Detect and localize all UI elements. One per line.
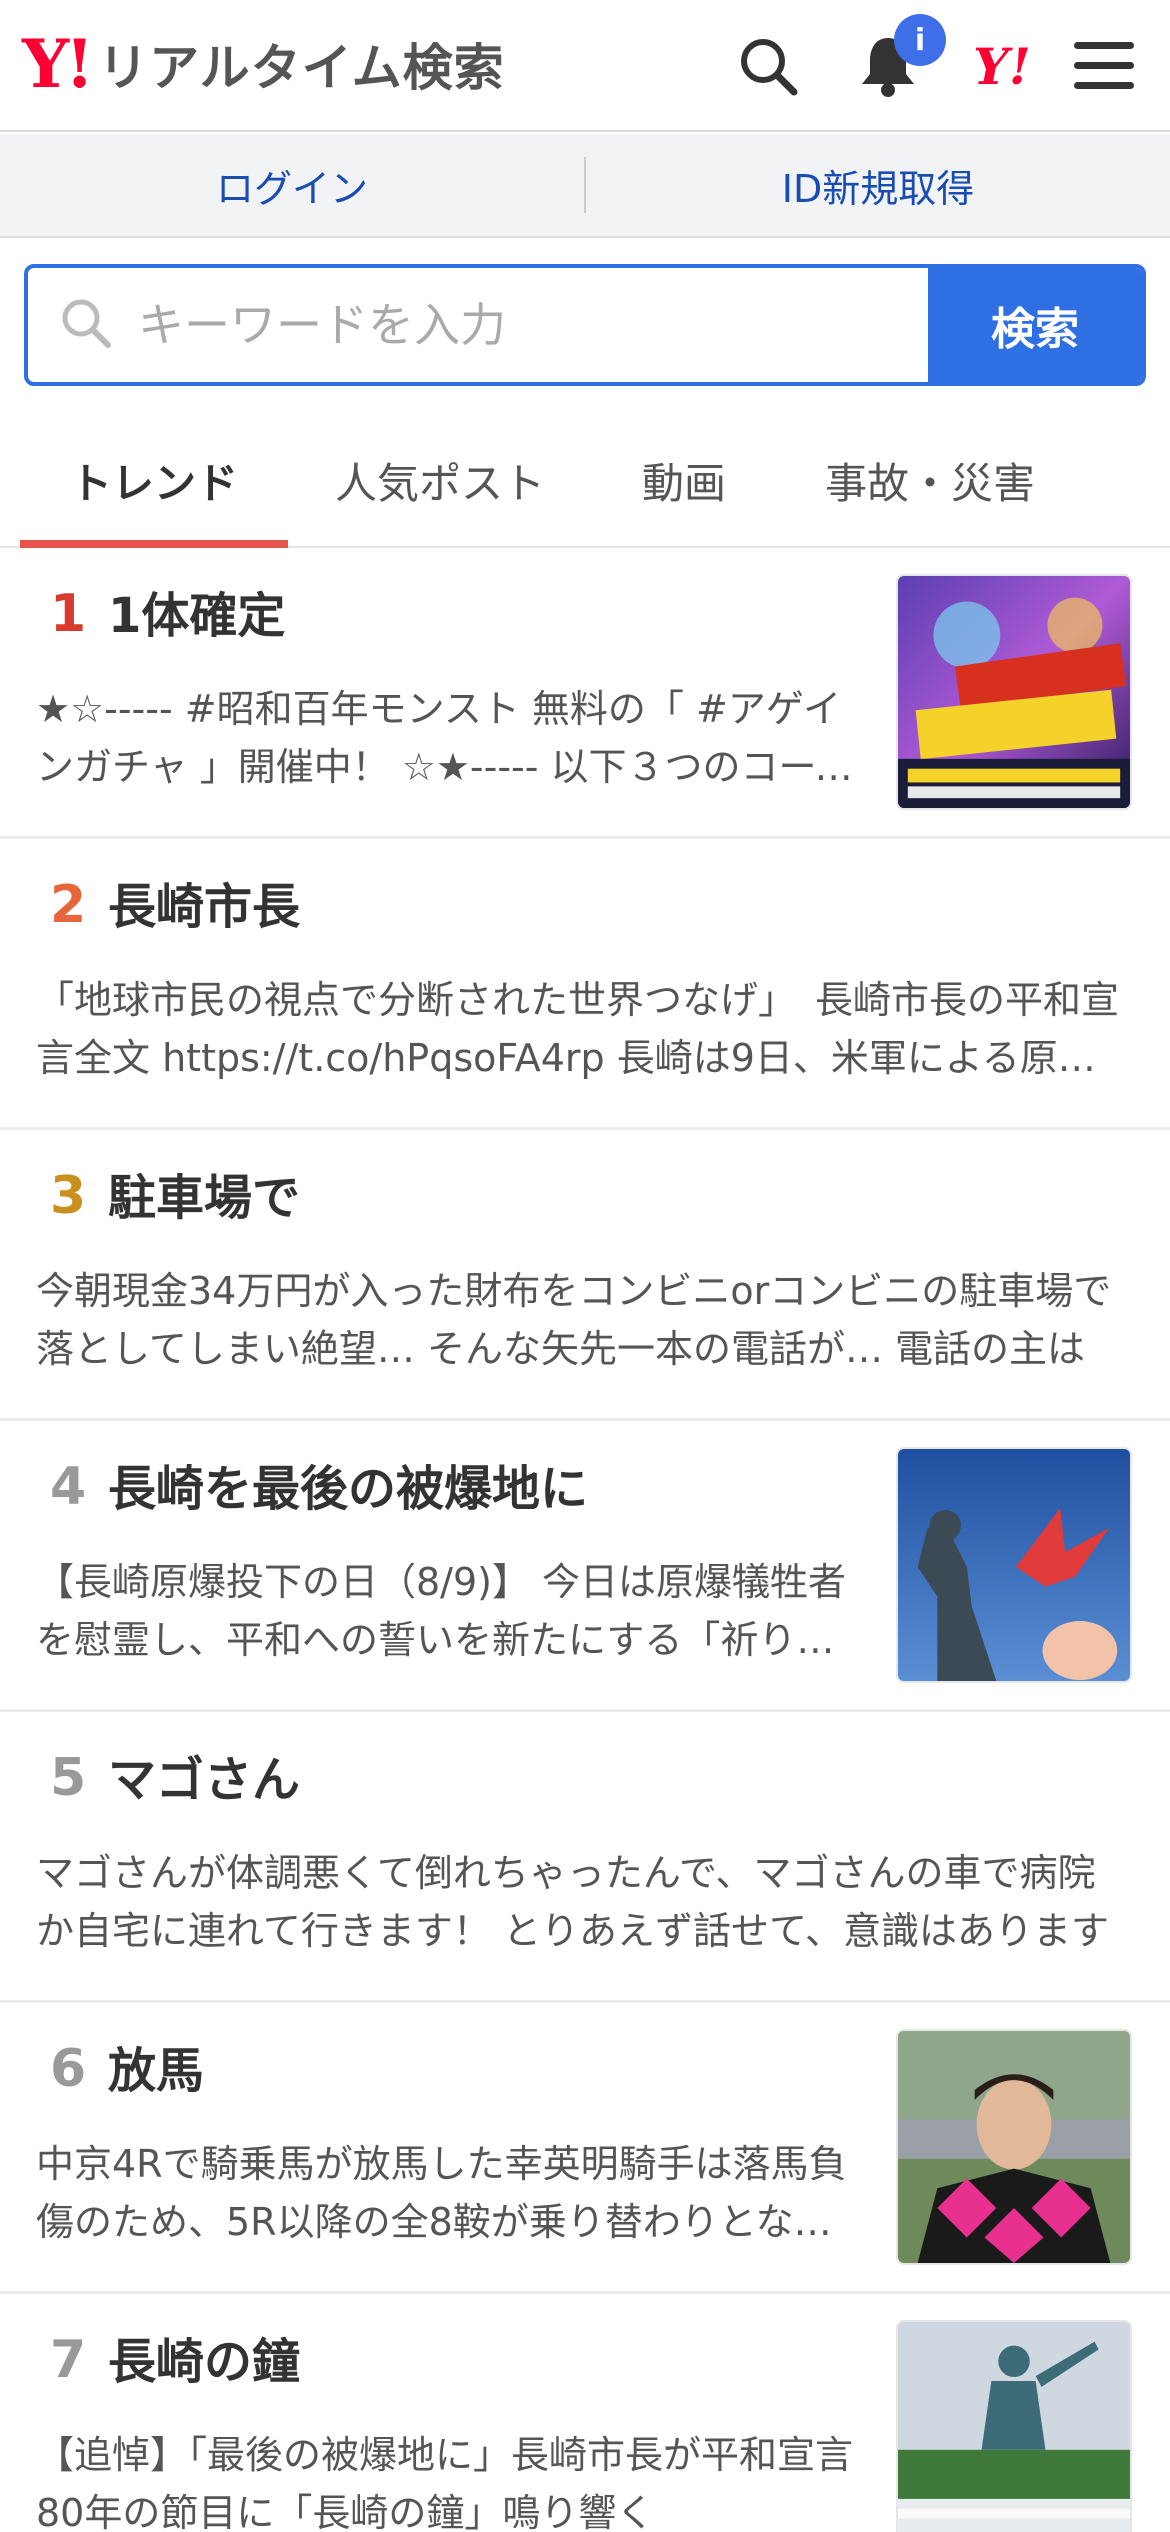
signup-link[interactable]: ID新規取得 [586, 158, 1170, 213]
trend-list: 1 1体確定 ★☆----- #昭和百年モンスト 無料の「 #アゲインガチャ 」… [0, 548, 1170, 2532]
trend-title[interactable]: 放馬 [108, 2045, 204, 2098]
app-header: Y! リアルタイム検索 i Y! [0, 0, 1170, 132]
trend-rank: 1 [50, 584, 87, 644]
trend-item[interactable]: 1 1体確定 ★☆----- #昭和百年モンスト 無料の「 #アゲインガチャ 」… [0, 548, 1170, 839]
trend-description: 中京4Rで騎乗馬が放馬した幸英明騎手は落馬負傷のため、5R以降の全8鞍が乗り替わ… [36, 2142, 847, 2244]
search-field-wrapper [28, 268, 928, 382]
monster-strike-banner-image[interactable] [896, 574, 1132, 810]
tab-popular-posts[interactable]: 人気ポスト [300, 414, 580, 546]
trend-item[interactable]: 3 駐車場で 今朝現金34万円が入った財布をコンビニorコンビニの駐車場で落とし… [0, 1130, 1170, 1421]
trend-title[interactable]: マゴさん [108, 1754, 300, 1807]
trend-item[interactable]: 4 長崎を最後の被爆地に 【長崎原爆投下の日（8/9)】 今日は原爆犠牲者を慰霊… [0, 1421, 1170, 1712]
trend-description: マゴさんが体調悪くて倒れちゃったんで、マゴさんの車で病院か自宅に連れて行きます！… [36, 1851, 1110, 1953]
trend-title[interactable]: 長崎の鐘 [108, 2336, 300, 2389]
trend-rank: 4 [50, 1457, 87, 1517]
trend-title[interactable]: 長崎を最後の被爆地に [108, 1463, 588, 1516]
peace-park-ceremony-image[interactable] [896, 2320, 1132, 2532]
account-bar: ログイン ID新規取得 [0, 134, 1170, 238]
trend-rank: 5 [50, 1748, 87, 1808]
search-form: 検索 [24, 264, 1146, 386]
trend-description: ★☆----- #昭和百年モンスト 無料の「 #アゲインガチャ 」開催中！ ☆★… [36, 687, 853, 789]
magnifier-icon [58, 295, 114, 355]
tab-accidents-disasters[interactable]: 事故・災害 [790, 414, 1070, 546]
login-link[interactable]: ログイン [0, 158, 584, 213]
tab-trend[interactable]: トレンド [20, 414, 288, 548]
search-icon[interactable] [728, 26, 808, 106]
menu-icon[interactable] [1064, 26, 1144, 106]
trend-rank: 3 [50, 1166, 87, 1226]
trend-description: 「地球市民の視点で分断された世界つなげ」 長崎市長の平和宣言全文 https:/… [36, 978, 1120, 1080]
search-button[interactable]: 検索 [928, 268, 1142, 382]
trend-item[interactable]: 7 長崎の鐘 【追悼】「最後の被爆地に」長崎市長が平和宣言 80年の節目に「長崎… [0, 2294, 1170, 2532]
yahoo-realtime-logo[interactable]: Y! リアルタイム検索 [22, 28, 505, 100]
trend-rank: 6 [50, 2039, 87, 2099]
trend-title[interactable]: 1体確定 [108, 590, 285, 643]
category-tabs: トレンド 人気ポスト 動画 事故・災害 [0, 414, 1170, 548]
trend-rank: 2 [50, 875, 87, 935]
trend-item[interactable]: 2 長崎市長 「地球市民の視点で分断された世界つなげ」 長崎市長の平和宣言全文 … [0, 839, 1170, 1130]
logo-title: リアルタイム検索 [98, 39, 505, 97]
search-input[interactable] [138, 298, 898, 352]
peace-statue-paper-crane-image[interactable] [896, 1447, 1132, 1683]
trend-item[interactable]: 5 マゴさん マゴさんが体調悪くて倒れちゃったんで、マゴさんの車で病院か自宅に連… [0, 1712, 1170, 2003]
yahoo-logo-icon[interactable]: Y! [962, 26, 1042, 106]
yahoo-logo-mark: Y! [22, 25, 94, 103]
trend-description: 今朝現金34万円が入った財布をコンビニorコンビニの駐車場で落としてしまい絶望…… [36, 1269, 1112, 1371]
trend-title[interactable]: 駐車場で [108, 1172, 300, 1225]
notification-badge[interactable]: i [894, 14, 946, 66]
trend-title[interactable]: 長崎市長 [108, 881, 300, 934]
trend-item[interactable]: 6 放馬 中京4Rで騎乗馬が放馬した幸英明騎手は落馬負傷のため、5R以降の全8鞍… [0, 2003, 1170, 2294]
trend-description: 【追悼】「最後の被爆地に」長崎市長が平和宣言 80年の節目に「長崎の鐘」鳴り響く [36, 2433, 854, 2532]
tab-video[interactable]: 動画 [594, 414, 774, 546]
jockey-portrait-image[interactable] [896, 2029, 1132, 2265]
trend-rank: 7 [50, 2330, 87, 2390]
trend-description: 【長崎原爆投下の日（8/9)】 今日は原爆犠牲者を慰霊し、平和への誓いを新たにす… [36, 1560, 847, 1662]
